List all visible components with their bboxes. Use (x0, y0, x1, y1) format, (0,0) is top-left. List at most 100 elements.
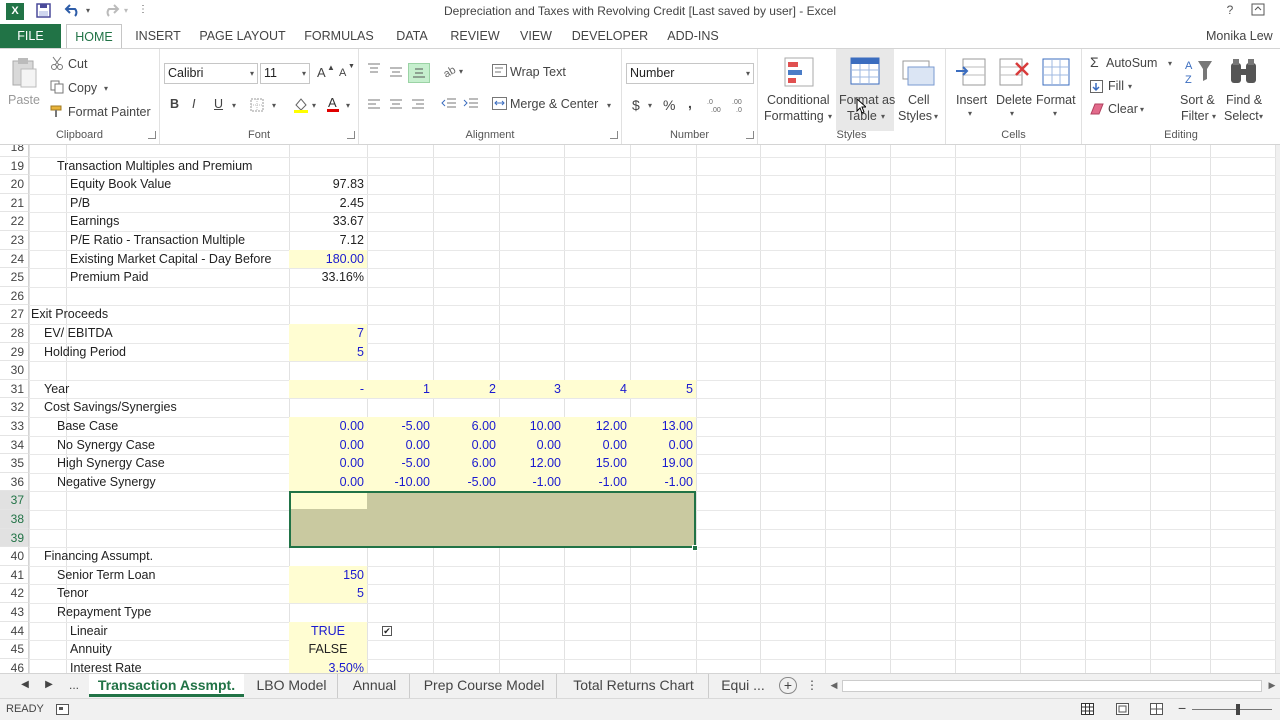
sheet-tab-transaction-assmpt[interactable]: Transaction Assmpt. (89, 674, 244, 697)
cell-value[interactable]: 0.00 (433, 435, 499, 455)
active-cell[interactable] (291, 493, 367, 509)
cell-value[interactable] (367, 268, 433, 287)
row-label[interactable]: High Synergy Case (57, 454, 165, 473)
copy-button[interactable]: Copy (68, 81, 97, 95)
cell-value[interactable] (367, 622, 433, 641)
cell-value[interactable] (630, 622, 696, 641)
cell-value[interactable]: 3 (499, 379, 564, 399)
zoom-slider[interactable] (1192, 709, 1272, 710)
cell-value[interactable] (367, 175, 433, 194)
wrap-text-icon[interactable] (492, 64, 508, 81)
cell-value[interactable] (630, 584, 696, 603)
cell-value[interactable] (499, 175, 564, 194)
cell-value[interactable] (564, 603, 630, 622)
cell-value[interactable] (289, 361, 367, 380)
cell-value[interactable] (630, 231, 696, 250)
cell-value[interactable] (367, 324, 433, 343)
insert-dropdown-icon[interactable]: ▾ (968, 109, 972, 118)
cell-value[interactable] (630, 250, 696, 269)
align-bottom-icon[interactable] (408, 63, 430, 83)
cell-value[interactable] (564, 343, 630, 362)
page-layout-view-icon[interactable] (1116, 703, 1130, 719)
cell-value[interactable] (564, 194, 630, 213)
format-as-table-button[interactable]: Format as (839, 93, 895, 107)
row-header[interactable]: 32 (0, 398, 29, 417)
cell-value[interactable]: 12.00 (564, 417, 630, 436)
conditional-formatting-icon[interactable] (784, 57, 818, 92)
cell-value[interactable] (499, 268, 564, 287)
row-header[interactable]: 44 (0, 621, 29, 641)
cell-value[interactable] (433, 250, 499, 269)
row-header[interactable]: 35 (0, 454, 29, 473)
cell-value[interactable] (499, 640, 564, 659)
shrink-font-button[interactable]: A (339, 67, 346, 79)
cell-value[interactable] (499, 398, 564, 417)
cell-value[interactable]: 1 (367, 379, 433, 399)
cell-value[interactable] (433, 640, 499, 659)
sort-filter-button[interactable]: Sort & (1180, 93, 1215, 107)
row-header[interactable]: 38 (0, 510, 29, 529)
tab-page-layout[interactable]: PAGE LAYOUT (195, 24, 290, 48)
cell-value[interactable] (630, 566, 696, 585)
cell-value[interactable]: -1.00 (564, 472, 630, 492)
worksheet-grid[interactable]: 18 19 Transaction Multiples and Premium 20 9… (0, 145, 1280, 675)
borders-icon[interactable] (250, 98, 264, 115)
cell-value[interactable] (367, 231, 433, 250)
cell-value[interactable] (289, 287, 367, 306)
cell-value[interactable]: 33.67 (289, 212, 367, 231)
decrease-indent-icon[interactable] (441, 98, 457, 113)
cell-value[interactable]: 5 (289, 342, 367, 362)
cell-value[interactable] (564, 640, 630, 659)
scroll-tabs-right-icon[interactable]: ▶ (42, 674, 56, 698)
cell-value[interactable] (433, 268, 499, 287)
cell-value[interactable] (433, 157, 499, 176)
row-label[interactable]: Lineair (70, 622, 108, 641)
number-launcher-icon[interactable] (746, 131, 754, 139)
cell-value[interactable] (630, 603, 696, 622)
cell-value[interactable]: -10.00 (367, 472, 433, 492)
cell-value[interactable] (433, 324, 499, 343)
sort-filter-icon[interactable]: AZ (1184, 57, 1214, 90)
cell-value[interactable] (630, 640, 696, 659)
row-header[interactable]: 29 (0, 342, 29, 362)
ribbon-display-icon[interactable] (1250, 3, 1266, 20)
row-header[interactable]: 23 (0, 231, 29, 250)
orientation-dropdown-icon[interactable]: ▾ (459, 67, 463, 76)
tab-review[interactable]: REVIEW (446, 24, 504, 48)
row-header[interactable]: 33 (0, 417, 29, 436)
cell-value[interactable] (630, 324, 696, 343)
cell-value[interactable]: 10.00 (499, 417, 564, 436)
cut-icon[interactable] (50, 56, 64, 73)
clipboard-launcher-icon[interactable] (148, 131, 156, 139)
insert-button[interactable]: Insert (956, 93, 987, 107)
cell-value[interactable] (367, 547, 433, 566)
user-name[interactable]: Monika Lew (1206, 24, 1280, 48)
cell-value[interactable] (564, 547, 630, 566)
cell-value[interactable] (367, 603, 433, 622)
tab-splitter-icon[interactable]: ⋮ (806, 674, 818, 698)
sort-filter-dropdown-icon[interactable]: ▾ (1212, 112, 1216, 121)
cell-value[interactable] (499, 324, 564, 343)
cell-value[interactable] (433, 287, 499, 306)
row-header[interactable]: 25 (0, 268, 29, 287)
cell-value[interactable] (564, 361, 630, 380)
cell-value[interactable]: 0.00 (564, 435, 630, 455)
row-header[interactable]: 42 (0, 584, 29, 603)
delete-dropdown-icon[interactable]: ▾ (1010, 109, 1014, 118)
find-select-dropdown-icon[interactable]: ▾ (1259, 112, 1263, 121)
row-header[interactable]: 39 (0, 528, 29, 548)
fill-icon[interactable] (1090, 80, 1103, 96)
cell-value[interactable] (630, 287, 696, 306)
cell-value[interactable] (564, 287, 630, 306)
cut-button[interactable]: Cut (68, 57, 87, 71)
cell-value[interactable] (433, 547, 499, 566)
clear-button[interactable]: Clear (1108, 102, 1138, 116)
clear-dropdown-icon[interactable]: ▾ (1140, 105, 1144, 114)
normal-view-icon[interactable] (1081, 703, 1095, 719)
paste-icon[interactable] (10, 57, 38, 92)
row-label[interactable]: Exit Proceeds (31, 305, 108, 324)
currency-dropdown-icon[interactable]: ▾ (648, 101, 652, 110)
vertical-scrollbar[interactable] (1276, 145, 1280, 675)
underline-button[interactable]: U (214, 97, 223, 111)
cell-value[interactable] (564, 268, 630, 287)
